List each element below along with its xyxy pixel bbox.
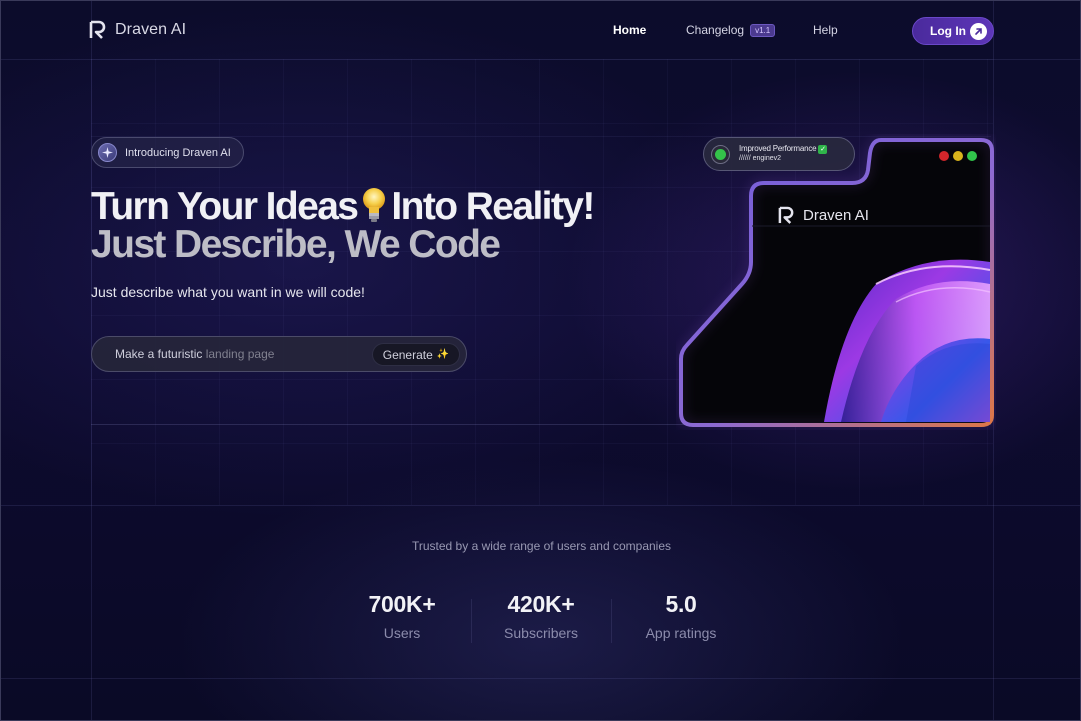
stat-value: 420K+ [507,591,575,617]
stat-label: Subscribers [504,625,578,641]
headline-part-1: Turn Your Ideas [91,185,359,228]
stat-divider [611,599,612,643]
window-close-dot[interactable] [939,151,949,161]
hero-headline: Turn Your Ideas Into Reality! [91,185,595,228]
nav-home-link[interactable]: Home [613,23,646,37]
hero-description: Just describe what you want in we will c… [91,284,365,300]
prompt-placeholder-text: landing page [205,347,275,361]
trusted-caption: Trusted by a wide range of users and com… [411,539,672,553]
status-indicator-icon [711,145,730,164]
stat-value: 5.0 [665,591,697,617]
landing-page: Draven AI Home Changelog v1.1 Help Log I… [0,0,1081,721]
stat-label: Users [383,625,421,641]
stat-subscribers: 420K+ Subscribers [481,591,601,641]
brand-logo-icon [89,20,106,39]
brand-logo-icon [778,206,794,224]
intro-badge[interactable]: Introducing Draven AI [91,137,244,168]
status-title: Improved Performance ✓ [739,144,828,154]
sparkle-icon [98,143,117,162]
stat-label: App ratings [645,625,717,641]
performance-status-badge: Improved Performance ✓ ////// enginev2 [703,137,855,171]
preview-brand-name: Draven AI [803,206,869,224]
grid-line [1,59,1080,60]
prompt-bar: Make a futuristic landing page Generate … [91,336,467,372]
brand[interactable]: Draven AI [89,20,186,39]
nav-changelog-link[interactable]: Changelog v1.1 [686,23,776,37]
status-subtitle: ////// enginev2 [739,155,782,162]
brand-name: Draven AI [115,20,187,38]
stat-app-ratings: 5.0 App ratings [621,591,741,641]
prompt-typed-text: Make a futuristic [115,347,206,361]
sparkles-icon: ✨ [436,349,450,360]
hero-subheadline: Just Describe, We Code [91,223,501,266]
grid-line [1,678,1080,679]
login-button-label: Log In [930,24,966,38]
arrow-up-right-icon [970,23,987,40]
preview-brand: Draven AI [778,206,869,224]
window-minimize-dot[interactable] [953,151,963,161]
prompt-input[interactable]: Make a futuristic landing page [115,347,274,361]
stat-users: 700K+ Users [342,591,462,641]
status-title-text: Improved Performance [739,144,817,153]
stat-divider [471,599,472,643]
top-navbar: Draven AI Home Changelog v1.1 Help Log I… [1,1,1080,59]
login-button[interactable]: Log In [912,17,994,45]
app-preview-window [679,138,994,427]
lightbulb-icon [363,188,386,222]
intro-badge-text: Introducing Draven AI [125,146,231,159]
stat-value: 700K+ [368,591,436,617]
headline-part-2: Into Reality! [391,185,595,228]
generate-button[interactable]: Generate ✨ [372,343,460,366]
version-badge: v1.1 [750,23,776,37]
grid-line [1,505,1080,506]
nav-help-link[interactable]: Help [813,23,838,37]
generate-button-label: Generate [382,347,433,362]
window-maximize-dot[interactable] [967,151,977,161]
nav-changelog-label: Changelog [686,23,745,37]
check-icon: ✓ [818,145,828,154]
